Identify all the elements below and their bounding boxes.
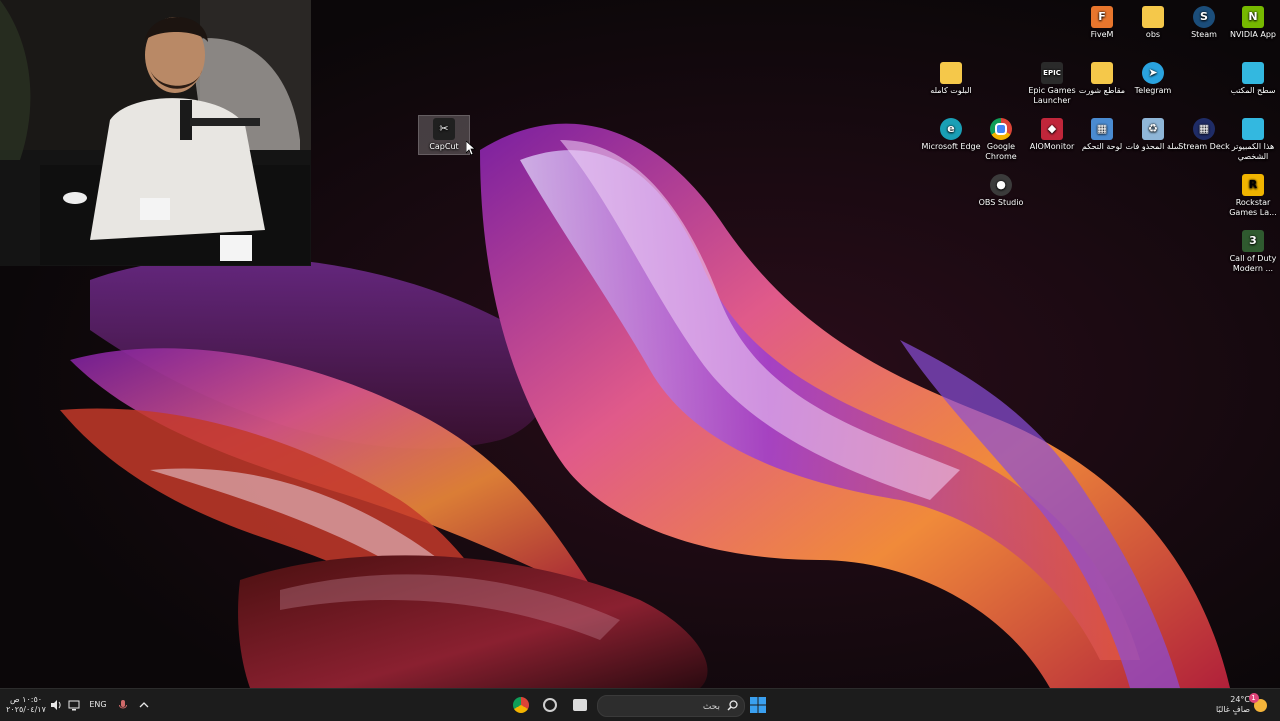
weather-temperature: 24°C — [1230, 695, 1250, 704]
desktop-icon-baloot-folder[interactable]: البلوت كامله — [921, 62, 981, 96]
chevron-up-icon[interactable] — [136, 689, 152, 721]
call-of-duty-icon: 3 — [1242, 230, 1264, 252]
weather-widget[interactable]: 24°C صافٍ غالبًا — [1204, 689, 1250, 721]
control-panel-icon: ▦ — [1091, 118, 1113, 140]
fivem-icon: F — [1091, 6, 1113, 28]
desktop-icon-call-of-duty[interactable]: 3 Call of Duty Modern ... — [1223, 230, 1280, 274]
clock-date: ٢٠٢٥/٠٤/١٧ — [6, 705, 46, 714]
language-indicator[interactable]: ENG — [86, 689, 110, 721]
search-icon — [727, 700, 738, 711]
telegram-icon: ➤ — [1142, 62, 1164, 84]
capcut-icon: ✂ — [433, 118, 455, 140]
desktop-icon-desktop[interactable]: سطح المكتب — [1223, 62, 1280, 96]
desktop-icon-nvidia-app[interactable]: N NVIDIA App — [1223, 6, 1280, 40]
this-pc-icon — [1242, 118, 1264, 140]
file-explorer-icon — [573, 699, 587, 711]
weather-sun-icon: 1 — [1248, 689, 1270, 721]
taskbar-app-chrome[interactable] — [509, 689, 533, 721]
desktop-icon-capcut[interactable]: ✂ CapCut — [418, 115, 470, 155]
windows-start-icon — [750, 697, 766, 713]
stream-deck-icon: ▦ — [1193, 118, 1215, 140]
recorder-icon — [543, 698, 557, 712]
clock[interactable]: ١٠:٥٠ ص ٢٠٢٥/٠٤/١٧ — [6, 689, 46, 721]
steam-icon: S — [1193, 6, 1215, 28]
chrome-icon — [513, 697, 529, 713]
search-input[interactable] — [608, 698, 722, 716]
taskbar: ١٠:٥٠ ص ٢٠٢٥/٠٤/١٧ ENG بحث 24°C صافٍ غال… — [0, 688, 1280, 721]
rockstar-icon: R — [1242, 174, 1264, 196]
start-button[interactable] — [747, 689, 769, 721]
chrome-icon — [990, 118, 1012, 140]
search-box[interactable] — [597, 695, 745, 717]
webcam-feed-image — [0, 0, 311, 266]
folder-icon — [1091, 62, 1113, 84]
desktop-monitor-icon — [1242, 62, 1264, 84]
obs-icon: ● — [990, 174, 1012, 196]
desktop-icon-telegram[interactable]: ➤ Telegram — [1123, 62, 1183, 96]
edge-icon: e — [940, 118, 962, 140]
speaker-icon[interactable] — [48, 689, 64, 721]
desktop-icon-rockstar-games[interactable]: R Rockstar Games La... — [1223, 174, 1280, 218]
nvidia-icon: N — [1242, 6, 1264, 28]
folder-icon — [940, 62, 962, 84]
aiomonitor-icon: ◆ — [1041, 118, 1063, 140]
folder-icon — [1142, 6, 1164, 28]
webcam-overlay — [0, 0, 311, 266]
taskbar-app-recorder[interactable] — [538, 689, 562, 721]
desktop-icon-obs-studio[interactable]: ● OBS Studio — [971, 174, 1031, 208]
notification-badge: 1 — [1248, 692, 1259, 703]
microphone-icon[interactable] — [116, 689, 130, 721]
epic-games-icon: EPIC — [1041, 62, 1063, 84]
weather-description: صافٍ غالبًا — [1216, 705, 1250, 714]
clock-time: ١٠:٥٠ ص — [9, 695, 43, 704]
mouse-cursor-icon — [466, 141, 476, 156]
network-icon[interactable] — [66, 689, 82, 721]
recycle-bin-icon: ♻ — [1142, 118, 1164, 140]
desktop-icon-this-pc[interactable]: هذا الكمبيوتر الشخصي — [1223, 118, 1280, 162]
taskbar-app-file-explorer[interactable] — [568, 689, 592, 721]
